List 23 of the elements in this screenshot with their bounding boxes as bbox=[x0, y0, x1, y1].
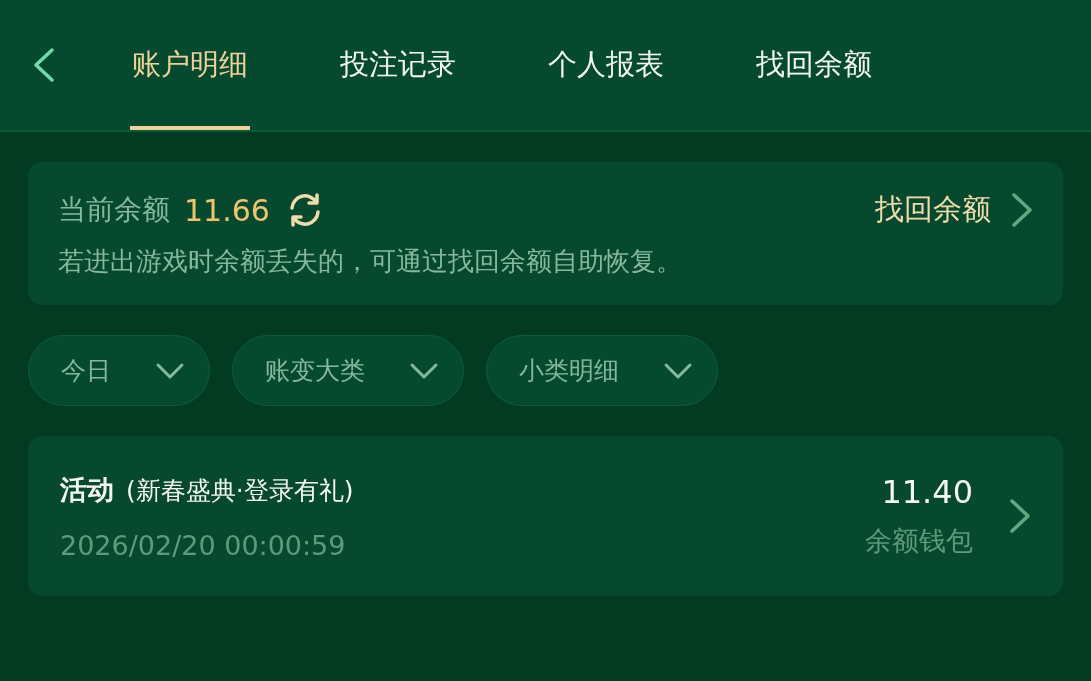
record-card[interactable]: 活动 (新春盛典·登录有礼) 2026/02/20 00:00:59 11.40 余额钱包 bbox=[28, 436, 1063, 596]
tab[interactable]: 找回余额 bbox=[754, 0, 874, 130]
filter-dropdown[interactable]: 小类明细 bbox=[486, 335, 718, 406]
filter-dropdown[interactable]: 今日 bbox=[28, 335, 210, 406]
chevron-down-icon bbox=[663, 361, 693, 380]
chevron-right-icon bbox=[1011, 192, 1033, 228]
chevron-right-icon bbox=[1009, 498, 1031, 534]
record-type: 活动 bbox=[60, 473, 114, 505]
balance-label: 当前余额 bbox=[58, 192, 170, 228]
balance-amount: 11.66 bbox=[184, 192, 270, 228]
tab[interactable]: 个人报表 bbox=[546, 0, 666, 130]
tab[interactable]: 账户明细 bbox=[130, 0, 250, 130]
filter-dropdown[interactable]: 账变大类 bbox=[232, 335, 464, 406]
record-time: 2026/02/20 00:00:59 bbox=[60, 529, 347, 561]
chevron-down-icon bbox=[155, 361, 185, 380]
tab[interactable]: 投注记录 bbox=[338, 0, 458, 130]
recover-balance-link[interactable]: 找回余额 bbox=[875, 190, 1033, 230]
back-icon[interactable] bbox=[32, 47, 56, 83]
chevron-down-icon bbox=[409, 361, 439, 380]
record-detail: (新春盛典·登录有礼) bbox=[126, 475, 354, 505]
record-wallet: 余额钱包 bbox=[865, 524, 973, 558]
record-amount: 11.40 bbox=[881, 473, 973, 511]
balance-note: 若进出游戏时余额丢失的，可通过找回余额自助恢复。 bbox=[58, 245, 683, 278]
